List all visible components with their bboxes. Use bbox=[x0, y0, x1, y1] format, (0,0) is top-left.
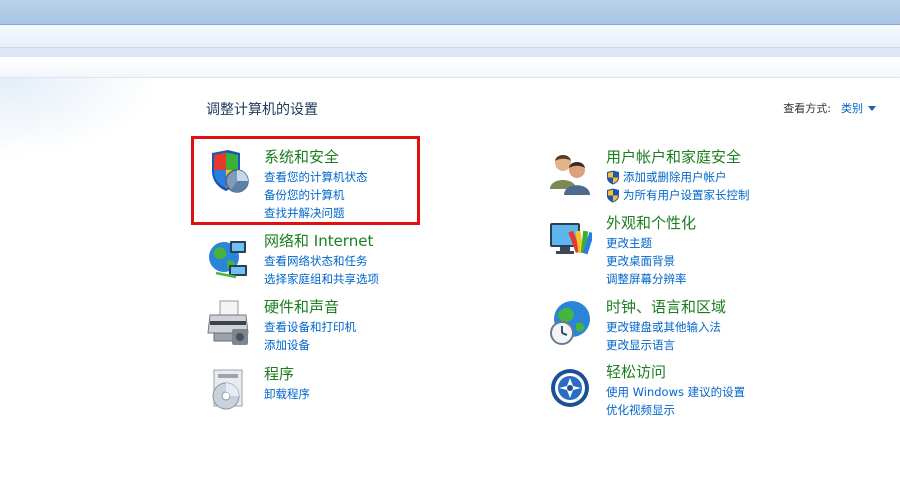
ease-of-access-icon[interactable] bbox=[548, 364, 592, 414]
link-network-status[interactable]: 查看网络状态和任务 bbox=[264, 252, 379, 270]
category-hardware-sound: 硬件和声音 查看设备和打印机 添加设备 bbox=[206, 297, 356, 354]
link-change-keyboard[interactable]: 更改键盘或其他输入法 bbox=[606, 318, 726, 336]
link-uninstall-program[interactable]: 卸载程序 bbox=[264, 385, 310, 403]
uac-shield-icon bbox=[607, 188, 619, 202]
category-appearance: 外观和个性化 更改主题 更改桌面背景 调整屏幕分辨率 bbox=[548, 213, 696, 288]
link-screen-resolution[interactable]: 调整屏幕分辨率 bbox=[606, 270, 696, 288]
view-by-value: 类别 bbox=[841, 102, 863, 115]
link-change-theme[interactable]: 更改主题 bbox=[606, 234, 696, 252]
category-programs: 程序 卸载程序 bbox=[206, 364, 310, 416]
toolbar-separator bbox=[0, 48, 900, 57]
window-title-bar bbox=[0, 0, 900, 25]
link-parental-controls[interactable]: 为所有用户设置家长控制 bbox=[606, 186, 750, 204]
view-by-control: 查看方式: 类别 bbox=[783, 100, 876, 116]
globe-clock-icon[interactable] bbox=[548, 299, 592, 349]
link-optimize-display[interactable]: 优化视频显示 bbox=[606, 401, 745, 419]
category-title[interactable]: 用户帐户和家庭安全 bbox=[606, 147, 750, 167]
category-title[interactable]: 网络和 Internet bbox=[264, 231, 379, 251]
link-add-device[interactable]: 添加设备 bbox=[264, 336, 356, 354]
category-ease-of-access: 轻松访问 使用 Windows 建议的设置 优化视频显示 bbox=[548, 362, 745, 419]
category-network-internet: 网络和 Internet 查看网络状态和任务 选择家庭组和共享选项 bbox=[206, 231, 379, 288]
category-title[interactable]: 外观和个性化 bbox=[606, 213, 696, 233]
network-globe-icon[interactable] bbox=[206, 233, 250, 283]
link-change-background[interactable]: 更改桌面背景 bbox=[606, 252, 696, 270]
page-title: 调整计算机的设置 bbox=[206, 102, 318, 118]
category-title[interactable]: 轻松访问 bbox=[606, 362, 745, 382]
programs-disc-icon[interactable] bbox=[206, 366, 250, 416]
command-bar bbox=[0, 57, 900, 78]
chevron-down-icon bbox=[868, 105, 876, 111]
category-user-accounts: 用户帐户和家庭安全 添加或删除用户帐户 为所有用户设置家长控制 bbox=[548, 147, 750, 204]
link-devices-printers[interactable]: 查看设备和打印机 bbox=[264, 318, 356, 336]
link-add-remove-accounts[interactable]: 添加或删除用户帐户 bbox=[606, 168, 750, 186]
link-label: 为所有用户设置家长控制 bbox=[623, 188, 750, 202]
category-clock-language: 时钟、语言和区域 更改键盘或其他输入法 更改显示语言 bbox=[548, 297, 726, 354]
category-title[interactable]: 时钟、语言和区域 bbox=[606, 297, 726, 317]
link-display-language[interactable]: 更改显示语言 bbox=[606, 336, 726, 354]
printer-icon[interactable] bbox=[206, 299, 250, 349]
uac-shield-icon bbox=[607, 170, 619, 184]
link-homegroup-sharing[interactable]: 选择家庭组和共享选项 bbox=[264, 270, 379, 288]
link-recommended-settings[interactable]: 使用 Windows 建议的设置 bbox=[606, 383, 745, 401]
address-bar[interactable] bbox=[0, 25, 900, 48]
link-label: 添加或删除用户帐户 bbox=[623, 170, 727, 184]
view-by-dropdown[interactable]: 类别 bbox=[841, 100, 876, 116]
users-icon[interactable] bbox=[548, 149, 592, 199]
view-by-label: 查看方式: bbox=[783, 102, 831, 115]
category-title[interactable]: 硬件和声音 bbox=[264, 297, 356, 317]
highlight-annotation-box bbox=[191, 136, 420, 225]
category-title[interactable]: 程序 bbox=[264, 364, 310, 384]
monitor-palette-icon[interactable] bbox=[548, 215, 595, 265]
nav-pane-glow bbox=[0, 78, 160, 158]
